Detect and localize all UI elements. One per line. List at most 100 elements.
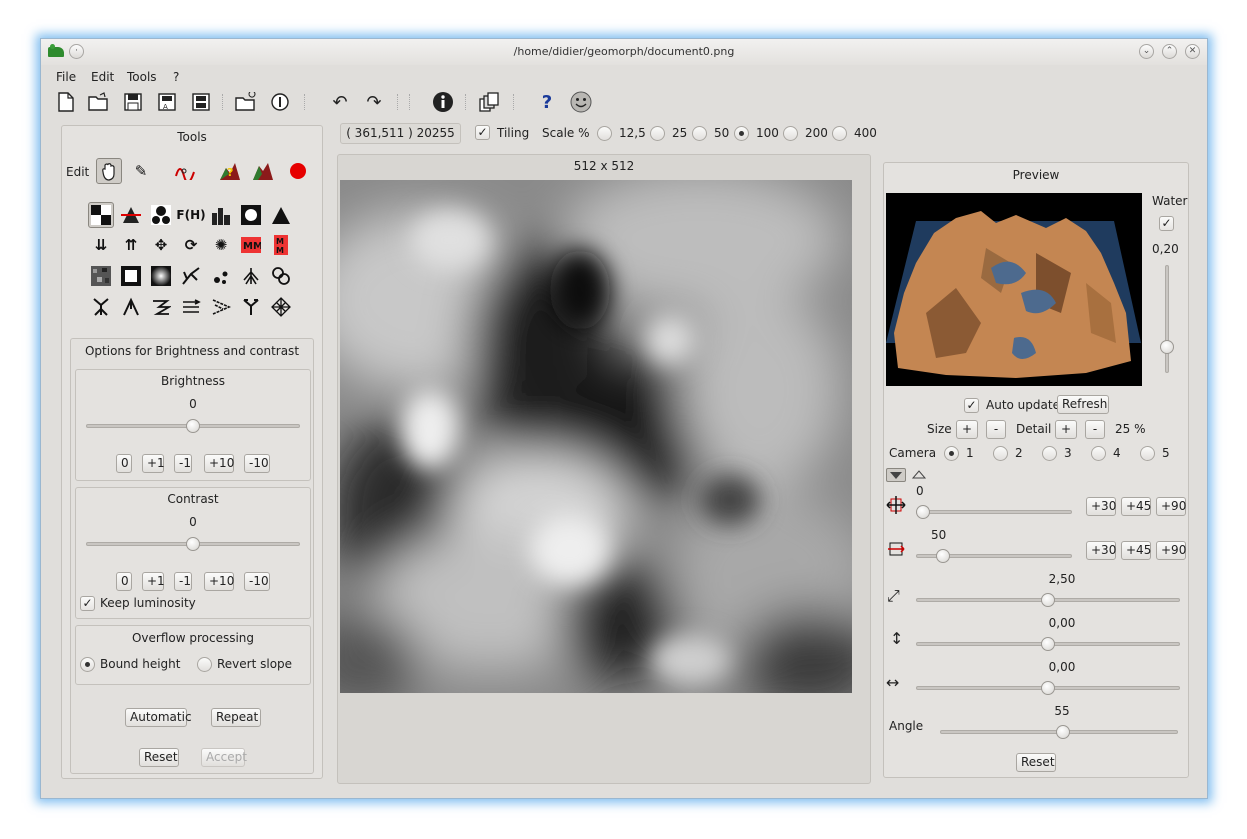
preview-3d-view[interactable] — [886, 193, 1142, 386]
redo-icon[interactable]: ↷ — [361, 89, 387, 115]
size-minus-button[interactable]: - — [986, 420, 1006, 439]
keep-luminosity-checkbox[interactable]: ✓ — [80, 596, 95, 611]
revert-slope-radio[interactable] — [197, 657, 212, 672]
smiley-icon[interactable] — [568, 89, 594, 115]
automatic-button[interactable]: Automatic — [125, 708, 192, 727]
contrast-button-plus1[interactable]: +1 — [142, 572, 165, 591]
pencil-icon[interactable]: ✎ — [128, 158, 154, 184]
stairs-icon[interactable] — [148, 294, 174, 320]
maximize-button[interactable]: ⌃ — [1162, 44, 1177, 59]
lightbulb-icon[interactable] — [238, 202, 264, 228]
branches-icon[interactable] — [88, 294, 114, 320]
scale-radio-100[interactable] — [734, 126, 749, 141]
heightmap-canvas[interactable] — [340, 180, 852, 693]
rotation2-plus45-button[interactable]: +45 — [1121, 541, 1151, 560]
rotation1-plus90-button[interactable]: +90 — [1156, 497, 1186, 516]
rotation1-slider-handle[interactable] — [916, 505, 930, 519]
crack-icon[interactable] — [178, 263, 204, 289]
camera-radio-3[interactable] — [1042, 446, 1057, 461]
record-icon[interactable] — [285, 158, 311, 184]
waves-icon[interactable] — [178, 294, 204, 320]
minimize-button[interactable]: ⌄ — [1139, 44, 1154, 59]
rotate-icon[interactable]: ⟳ — [178, 232, 204, 258]
brightness-button-plus1[interactable]: +1 — [142, 454, 165, 473]
contrast-button-0[interactable]: 0 — [116, 572, 132, 591]
save-icon[interactable] — [120, 89, 146, 115]
rotation2-slider-handle[interactable] — [935, 549, 950, 563]
brightness-button-minus10[interactable]: -10 — [244, 454, 270, 473]
refresh-button[interactable]: Refresh — [1057, 395, 1109, 414]
noise-icon[interactable] — [88, 263, 114, 289]
menu-file[interactable]: File — [56, 70, 76, 84]
collapse-up-icon[interactable] — [910, 468, 930, 482]
help-icon[interactable]: ? — [534, 89, 560, 115]
rotation2-plus30-button[interactable]: +30 — [1086, 541, 1116, 560]
new-file-icon[interactable] — [53, 89, 79, 115]
preview-reset-button[interactable]: Reset — [1016, 753, 1056, 772]
rotation2-plus90-button[interactable]: +90 — [1156, 541, 1186, 560]
auto-update-checkbox[interactable]: ✓ — [964, 398, 979, 413]
menu-help[interactable]: ? — [173, 70, 179, 84]
brightness-contrast-icon[interactable] — [88, 202, 114, 228]
scale-radio-25[interactable] — [650, 126, 665, 141]
river-icon[interactable] — [118, 294, 144, 320]
save-as-icon[interactable]: A — [154, 89, 180, 115]
brightness-button-minus1[interactable]: -1 — [174, 454, 192, 473]
brightness-button-plus10[interactable]: +10 — [204, 454, 234, 473]
contrast-button-minus10[interactable]: -10 — [244, 572, 270, 591]
terrain-icon[interactable] — [250, 158, 276, 184]
merge-down-icon[interactable]: ⇊ — [88, 232, 114, 258]
scale-radio-400[interactable] — [832, 126, 847, 141]
terrain-question-icon[interactable]: ? — [217, 158, 243, 184]
info-icon[interactable] — [430, 89, 456, 115]
detail-minus-button[interactable]: - — [1085, 420, 1105, 439]
mirror-vertical-icon[interactable]: MM — [268, 232, 294, 258]
worm-icon[interactable] — [268, 263, 294, 289]
close-window-button[interactable]: ✕ — [1185, 44, 1200, 59]
size-plus-button[interactable]: + — [956, 420, 978, 439]
scale-radio-12-5[interactable] — [597, 126, 612, 141]
contrast-button-minus1[interactable]: -1 — [174, 572, 192, 591]
gradient-icon[interactable] — [148, 263, 174, 289]
undo-icon[interactable]: ↶ — [327, 89, 353, 115]
rotation1-plus30-button[interactable]: +30 — [1086, 497, 1116, 516]
merge-up-icon[interactable]: ⇈ — [118, 232, 144, 258]
rotation1-slider-track[interactable] — [916, 510, 1072, 514]
camera-radio-4[interactable] — [1091, 446, 1106, 461]
mesh-icon[interactable] — [268, 294, 294, 320]
horizontal-shift-slider-handle[interactable] — [1041, 681, 1055, 695]
mountain-icon[interactable] — [268, 202, 294, 228]
menu-tools[interactable]: Tools — [127, 70, 157, 84]
scale-radio-50[interactable] — [692, 126, 707, 141]
rotation1-plus45-button[interactable]: +45 — [1121, 497, 1151, 516]
move-icon[interactable]: ✥ — [148, 232, 174, 258]
erosion-icon[interactable] — [238, 263, 264, 289]
water-slider-track[interactable] — [1165, 265, 1169, 373]
collapse-down-icon[interactable] — [886, 468, 906, 482]
menu-edit[interactable]: Edit — [91, 70, 114, 84]
detail-plus-button[interactable]: + — [1055, 420, 1077, 439]
water-checkbox[interactable]: ✓ — [1159, 216, 1174, 231]
scale-radio-200[interactable] — [783, 126, 798, 141]
sparkle-icon[interactable]: ✺ — [208, 232, 234, 258]
open-file-icon[interactable] — [86, 89, 112, 115]
mirror-horizontal-icon[interactable]: MM — [238, 232, 264, 258]
contrast-button-plus10[interactable]: +10 — [204, 572, 234, 591]
close-icon[interactable] — [267, 89, 293, 115]
frame-icon[interactable] — [118, 263, 144, 289]
spline-icon[interactable] — [172, 158, 198, 184]
hand-icon[interactable] — [96, 158, 122, 184]
contrast-slider-handle[interactable] — [186, 537, 200, 551]
water-slider-handle[interactable] — [1160, 340, 1174, 355]
tiling-checkbox[interactable]: ✓ — [475, 125, 490, 140]
fill-icon[interactable] — [148, 202, 174, 228]
zoom-slider-handle[interactable] — [1041, 593, 1055, 607]
threshold-icon[interactable] — [118, 202, 144, 228]
fork-icon[interactable] — [238, 294, 264, 320]
bound-height-radio[interactable] — [80, 657, 95, 672]
reset-button[interactable]: Reset — [139, 748, 179, 767]
camera-radio-2[interactable] — [993, 446, 1008, 461]
drops-icon[interactable] — [208, 263, 234, 289]
fh-label[interactable]: F(H) — [176, 202, 205, 228]
brightness-slider-handle[interactable] — [186, 419, 200, 433]
